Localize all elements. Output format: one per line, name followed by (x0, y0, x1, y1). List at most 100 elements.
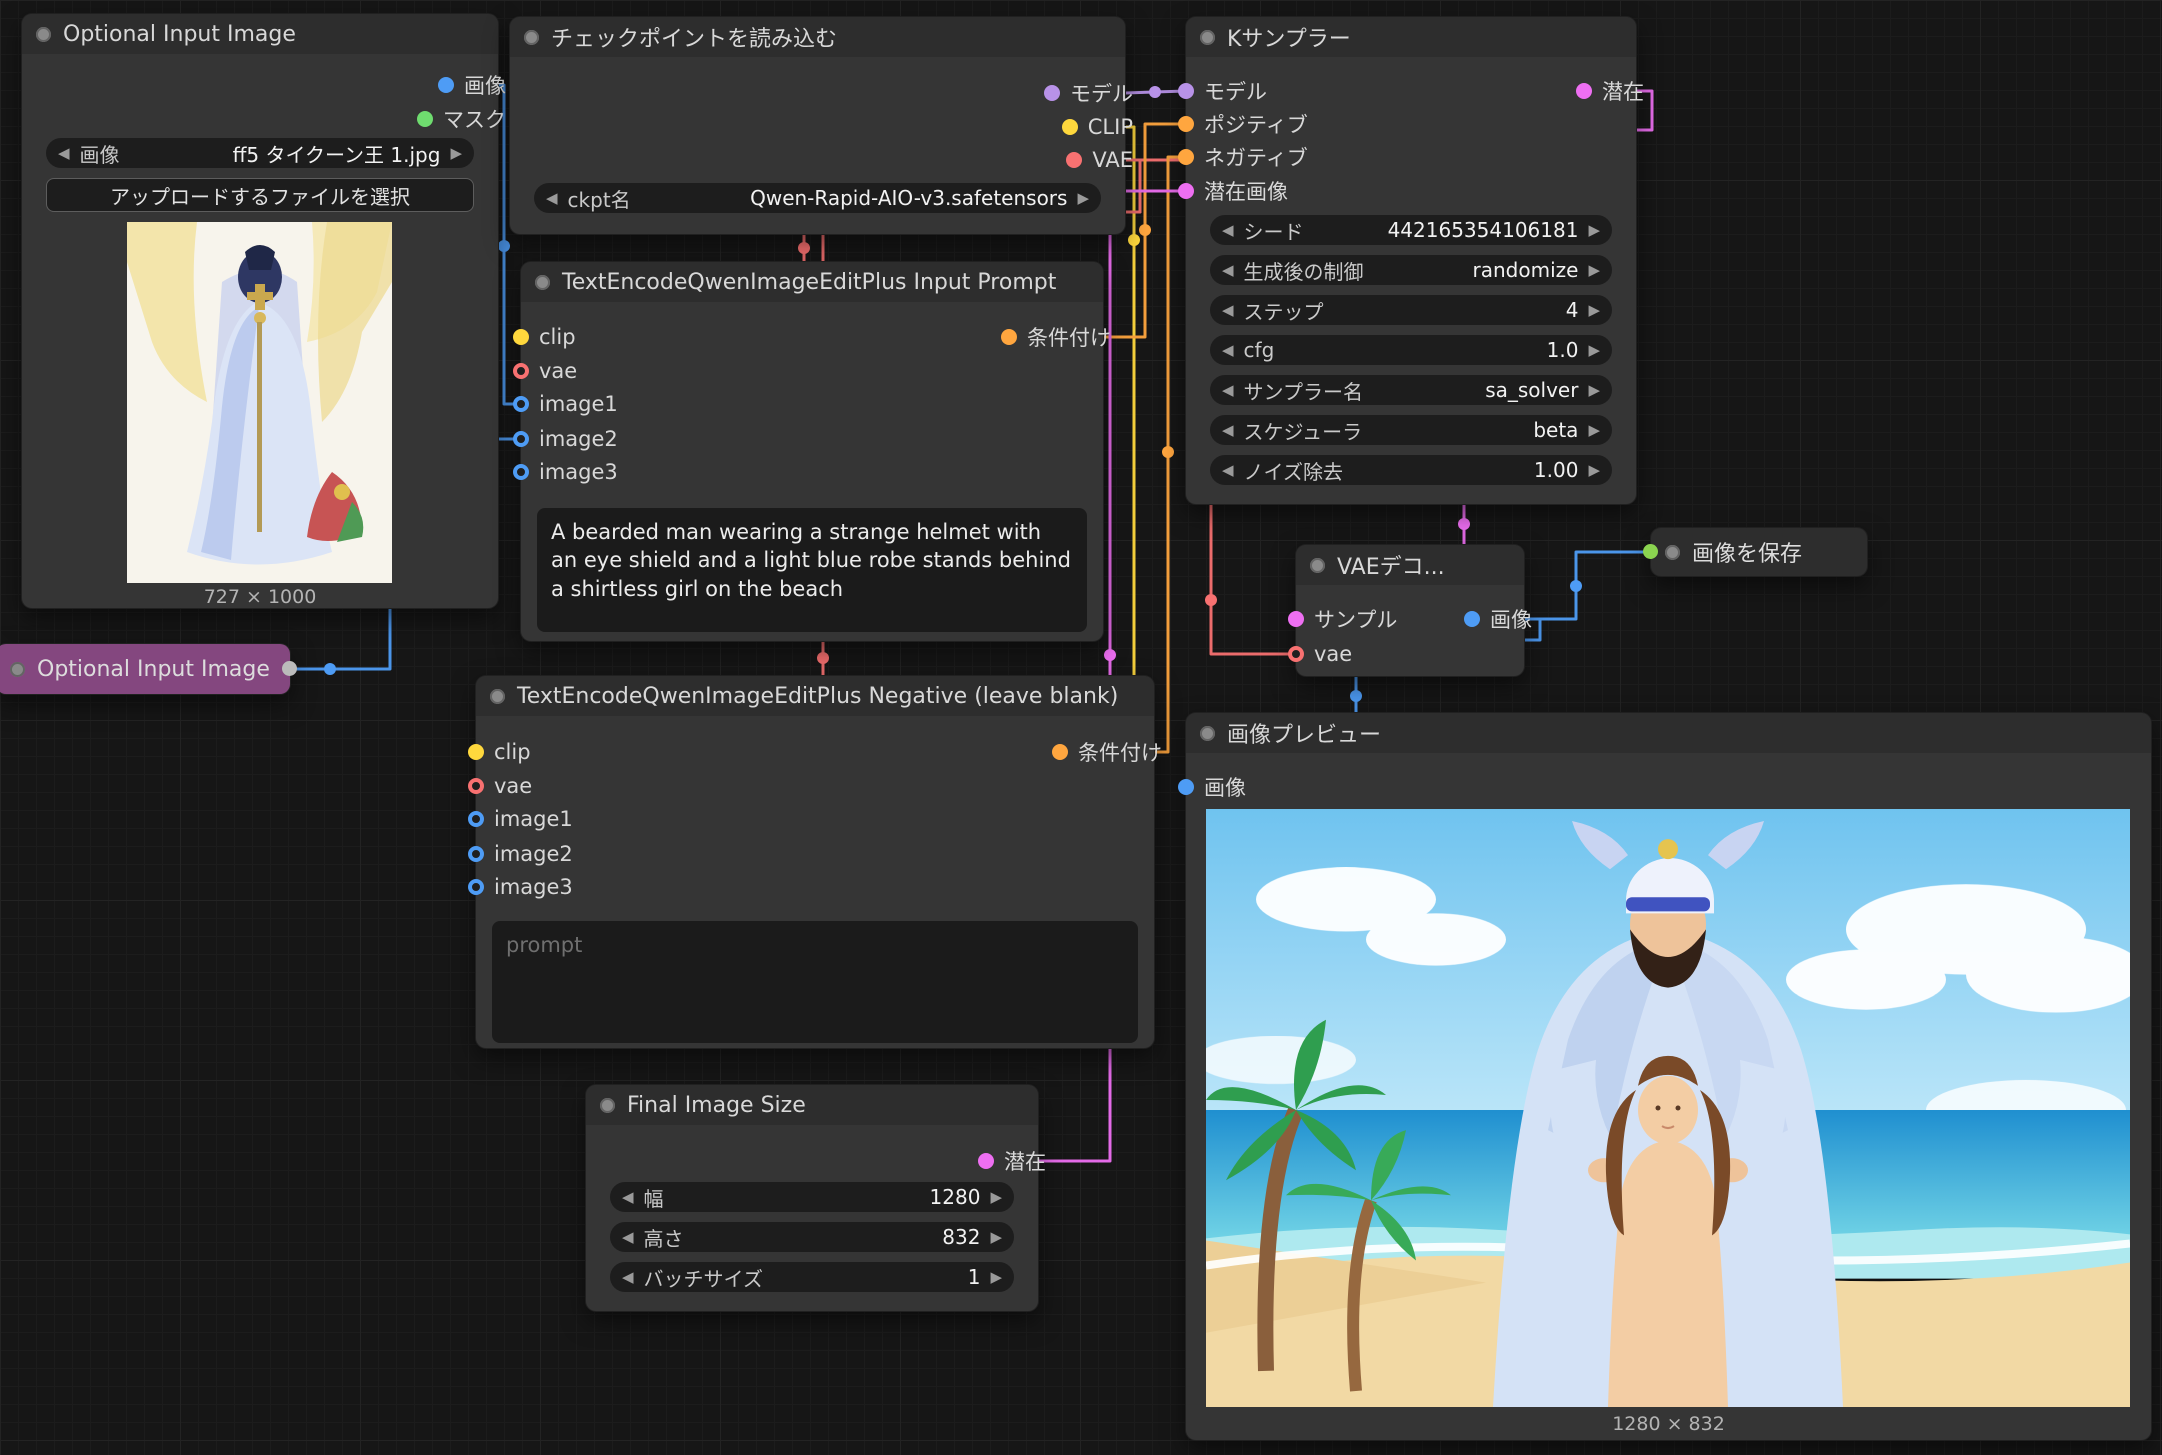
node-title-bar[interactable]: Kサンプラー (1186, 17, 1636, 57)
clip-output-dot[interactable] (1062, 119, 1078, 135)
sampler-name-widget[interactable]: ◀ サンプラー名 sa_solver ▶ (1210, 375, 1612, 405)
positive-input-dot[interactable] (1178, 116, 1194, 132)
image1-input-dot[interactable] (468, 811, 484, 827)
collapse-toggle-icon[interactable] (1200, 30, 1215, 45)
conditioning-output-dot[interactable] (1052, 744, 1068, 760)
steps-widget[interactable]: ◀ ステップ 4 ▶ (1210, 295, 1612, 325)
decrement-arrow-icon[interactable]: ◀ (1222, 341, 1234, 359)
increment-arrow-icon[interactable]: ▶ (1077, 189, 1089, 207)
collapse-toggle-icon[interactable] (600, 1098, 615, 1113)
node-preview-image[interactable]: 画像プレビュー 画像 (1186, 713, 2151, 1440)
node-title-bar[interactable]: TextEncodeQwenImageEditPlus Input Prompt (521, 262, 1103, 302)
model-input-dot[interactable] (1178, 83, 1194, 99)
image3-input-port[interactable]: image3 (513, 460, 618, 484)
positive-input-port[interactable]: ポジティブ (1178, 109, 1308, 139)
denoise-widget[interactable]: ◀ ノイズ除去 1.00 ▶ (1210, 455, 1612, 485)
decrement-arrow-icon[interactable]: ◀ (1222, 421, 1234, 439)
increment-arrow-icon[interactable]: ▶ (1588, 461, 1600, 479)
image-file-widget[interactable]: ◀ 画像 ff5 タイクーン王 1.jpg ▶ (46, 138, 474, 168)
vae-output-dot[interactable] (1066, 152, 1082, 168)
conditioning-output-port[interactable]: 条件付け (1052, 737, 1162, 767)
prompt-textarea[interactable]: A bearded man wearing a strange helmet w… (537, 508, 1087, 632)
image-input-port[interactable]: 画像 (1178, 772, 1246, 802)
conditioning-output-port[interactable]: 条件付け (1001, 322, 1111, 352)
decrement-arrow-icon[interactable]: ◀ (58, 144, 70, 162)
clip-input-port[interactable]: clip (468, 740, 531, 764)
control-after-generate-widget[interactable]: ◀ 生成後の制御 randomize ▶ (1210, 255, 1612, 285)
vae-input-dot[interactable] (468, 778, 484, 794)
image1-input-port[interactable]: image1 (468, 807, 573, 831)
vae-input-port[interactable]: vae (513, 359, 577, 383)
image-output-port[interactable]: 画像 (438, 70, 506, 100)
image2-input-dot[interactable] (468, 846, 484, 862)
width-widget[interactable]: ◀ 幅 1280 ▶ (610, 1182, 1014, 1212)
clip-output-port[interactable]: CLIP (1062, 115, 1133, 139)
image1-input-port[interactable]: image1 (513, 392, 618, 416)
decrement-arrow-icon[interactable]: ◀ (1222, 461, 1234, 479)
node-optional-input-image[interactable]: Optional Input Image 画像 マスク ◀ 画像 ff5 タイク… (22, 14, 498, 608)
node-load-checkpoint[interactable]: チェックポイントを読み込む モデル CLIP VAE ◀ ckpt名 Qwen-… (510, 17, 1125, 234)
samples-input-dot[interactable] (1288, 611, 1304, 627)
node-title-bar[interactable]: 画像プレビュー (1186, 713, 2151, 753)
model-output-port[interactable]: モデル (1044, 78, 1133, 108)
collapse-toggle-icon[interactable] (490, 689, 505, 704)
decrement-arrow-icon[interactable]: ◀ (622, 1188, 634, 1206)
collapse-toggle-icon[interactable] (1310, 558, 1325, 573)
vae-output-port[interactable]: VAE (1066, 148, 1133, 172)
conditioning-output-dot[interactable] (1001, 329, 1017, 345)
node-text-encode-positive[interactable]: TextEncodeQwenImageEditPlus Input Prompt… (521, 262, 1103, 641)
increment-arrow-icon[interactable]: ▶ (1588, 341, 1600, 359)
collapsed-output-dot[interactable] (282, 661, 297, 676)
clip-input-port[interactable]: clip (513, 325, 576, 349)
collapse-toggle-icon[interactable] (10, 662, 25, 677)
clip-input-dot[interactable] (513, 329, 529, 345)
node-save-image-collapsed[interactable]: 画像を保存 (1651, 528, 1867, 576)
vae-input-port[interactable]: vae (468, 774, 532, 798)
save-input-dot[interactable] (1643, 544, 1658, 559)
image2-input-dot[interactable] (513, 431, 529, 447)
ckpt-name-widget[interactable]: ◀ ckpt名 Qwen-Rapid-AIO-v3.safetensors ▶ (534, 183, 1101, 213)
image-input-dot[interactable] (1178, 779, 1194, 795)
samples-input-port[interactable]: サンプル (1288, 604, 1397, 634)
increment-arrow-icon[interactable]: ▶ (1588, 421, 1600, 439)
collapse-toggle-icon[interactable] (36, 27, 51, 42)
mask-output-dot[interactable] (417, 111, 433, 127)
latent-output-port[interactable]: 潜在 (978, 1146, 1046, 1176)
image2-input-port[interactable]: image2 (468, 842, 573, 866)
negative-input-port[interactable]: ネガティブ (1178, 142, 1308, 172)
latent-image-input-port[interactable]: 潜在画像 (1178, 176, 1288, 206)
decrement-arrow-icon[interactable]: ◀ (1222, 301, 1234, 319)
node-title-bar[interactable]: チェックポイントを読み込む (510, 17, 1125, 57)
increment-arrow-icon[interactable]: ▶ (1588, 221, 1600, 239)
model-output-dot[interactable] (1044, 85, 1060, 101)
mask-output-port[interactable]: マスク (417, 104, 506, 134)
increment-arrow-icon[interactable]: ▶ (1588, 261, 1600, 279)
node-graph-canvas[interactable]: Optional Input Image 画像 マスク ◀ 画像 ff5 タイク… (0, 0, 2162, 1455)
latent-output-dot[interactable] (1576, 83, 1592, 99)
decrement-arrow-icon[interactable]: ◀ (1222, 381, 1234, 399)
latent-output-port[interactable]: 潜在 (1576, 76, 1644, 106)
collapse-toggle-icon[interactable] (535, 275, 550, 290)
collapse-toggle-icon[interactable] (1665, 545, 1680, 560)
decrement-arrow-icon[interactable]: ◀ (1222, 261, 1234, 279)
image-output-dot[interactable] (1464, 611, 1480, 627)
increment-arrow-icon[interactable]: ▶ (990, 1228, 1002, 1246)
image-output-dot[interactable] (438, 77, 454, 93)
negative-prompt-textarea[interactable]: prompt (492, 921, 1138, 1043)
node-text-encode-negative[interactable]: TextEncodeQwenImageEditPlus Negative (le… (476, 676, 1154, 1048)
scheduler-widget[interactable]: ◀ スケジューラ beta ▶ (1210, 415, 1612, 445)
node-title-bar[interactable]: VAEデコ... (1296, 545, 1524, 585)
vae-input-dot[interactable] (513, 363, 529, 379)
image-output-port[interactable]: 画像 (1464, 604, 1532, 634)
upload-file-button[interactable]: アップロードするファイルを選択 (46, 178, 474, 212)
node-optional-input-image-collapsed[interactable]: Optional Input Image (0, 644, 290, 694)
increment-arrow-icon[interactable]: ▶ (450, 144, 462, 162)
node-title-bar[interactable]: TextEncodeQwenImageEditPlus Negative (le… (476, 676, 1154, 716)
image3-input-port[interactable]: image3 (468, 875, 573, 899)
node-final-image-size[interactable]: Final Image Size 潜在 ◀ 幅 1280 ▶ ◀ 高さ 832 … (586, 1085, 1038, 1311)
negative-input-dot[interactable] (1178, 149, 1194, 165)
collapse-toggle-icon[interactable] (524, 30, 539, 45)
latent-output-dot[interactable] (978, 1153, 994, 1169)
image3-input-dot[interactable] (513, 464, 529, 480)
increment-arrow-icon[interactable]: ▶ (1588, 381, 1600, 399)
